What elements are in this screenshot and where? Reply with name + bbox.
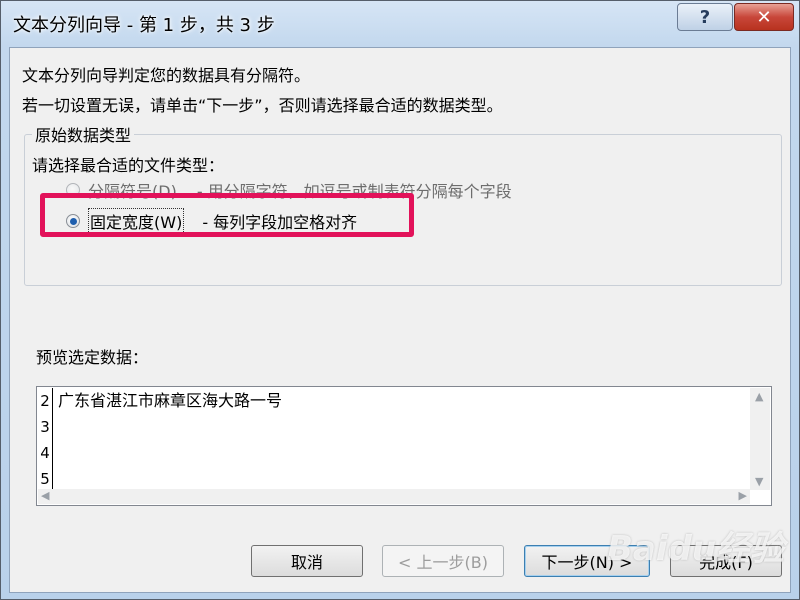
back-button[interactable]: < 上一步(B) — [382, 545, 504, 577]
dialog-content: 文本分列向导判定您的数据具有分隔符。 若一切设置无误，请单击“下一步”，否则请选… — [9, 47, 791, 593]
group-legend: 原始数据类型 — [32, 122, 135, 146]
title-bar[interactable]: 文本分列向导 - 第 1 步，共 3 步 ? ✕ — [1, 1, 799, 47]
scroll-down-icon[interactable]: ▼ — [755, 475, 763, 488]
preview-row: 5 — [38, 466, 743, 490]
close-button[interactable]: ✕ — [734, 3, 794, 31]
row-number: 3 — [38, 414, 53, 440]
intro-line-2: 若一切设置无误，请单击“下一步”，否则请选择最合适的数据类型。 — [22, 96, 503, 115]
row-text: 广东省湛江市麻章区海大路一号 — [58, 391, 283, 410]
help-icon: ? — [699, 6, 711, 28]
vertical-scrollbar[interactable]: ▲ ▼ — [750, 388, 770, 490]
close-icon: ✕ — [756, 6, 772, 28]
cancel-button[interactable]: 取消 — [251, 545, 363, 577]
preview-row: 4 — [38, 440, 743, 466]
file-type-prompt: 请选择最合适的文件类型： — [32, 156, 225, 175]
horizontal-scrollbar[interactable]: ◀ ▶ — [38, 489, 750, 504]
intro-line-1: 文本分列向导判定您的数据具有分隔符。 — [22, 66, 311, 85]
scroll-up-icon[interactable]: ▲ — [755, 390, 763, 403]
finish-button[interactable]: 完成(F) — [670, 545, 782, 577]
next-button[interactable]: 下一步(N) > — [524, 545, 650, 577]
annotation-highlight — [40, 193, 414, 237]
preview-box[interactable]: 2 广东省湛江市麻章区海大路一号 3 4 5 ▲ ▼ ◀ ▶ — [36, 386, 772, 506]
preview-row: 2 广东省湛江市麻章区海大路一号 — [38, 388, 743, 414]
preview-label: 预览选定数据： — [36, 348, 149, 367]
row-number: 5 — [38, 466, 53, 490]
window-title: 文本分列向导 - 第 1 步，共 3 步 — [13, 15, 275, 36]
scroll-left-icon[interactable]: ◀ — [41, 489, 49, 502]
help-button[interactable]: ? — [677, 3, 733, 31]
scroll-right-icon[interactable]: ▶ — [739, 489, 747, 502]
preview-row: 3 — [38, 414, 743, 440]
preview-rows: 2 广东省湛江市麻章区海大路一号 3 4 5 — [38, 388, 743, 490]
row-number: 4 — [38, 440, 53, 466]
row-number: 2 — [38, 388, 53, 414]
dialog-window: 文本分列向导 - 第 1 步，共 3 步 ? ✕ 文本分列向导判定您的数据具有分… — [0, 0, 800, 600]
